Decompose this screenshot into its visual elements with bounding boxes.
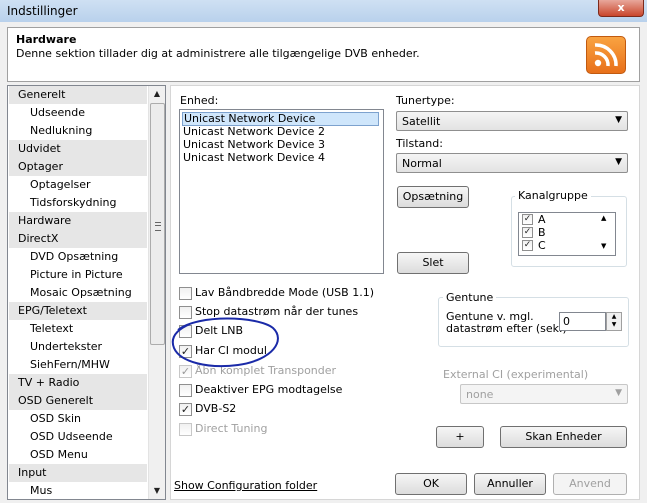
sidebar-item[interactable]: Picture in Picture [9,266,165,284]
annotation-circle-icon [171,317,279,368]
retune-seconds-value: 0 [563,315,570,328]
device-list-item[interactable]: Unicast Network Device 3 [182,138,380,151]
retune-spinner[interactable]: ▲ ▼ [606,312,622,331]
window-title: Indstillinger [7,4,78,18]
scroll-thumb[interactable] [150,103,165,345]
checkbox[interactable]: ✓ [522,240,533,251]
checkbox[interactable]: ✓ [522,214,533,225]
sidebar-item[interactable]: Mus [9,482,165,499]
sidebar-item[interactable]: OSD Udseende [9,428,165,446]
option-checkbox [179,423,192,436]
show-config-folder-link[interactable]: Show Configuration folder [174,479,317,492]
sidebar-item[interactable]: Udvidet [9,140,147,158]
tuner-type-value: Satellit [402,115,441,128]
sidebar-item[interactable]: OSD Generelt [9,392,147,410]
option-label: Lav Båndbredde Mode (USB 1.1) [195,286,374,299]
sidebar-item[interactable]: SiehFern/MHW [9,356,165,374]
title-bar [0,0,647,22]
channel-group-label: A [538,213,546,226]
external-ci-value: none [466,388,494,401]
retune-group-title: Gentune [443,291,497,304]
channel-group-label: C [538,239,546,252]
sidebar-item[interactable]: Optager [9,158,147,176]
section-header: Hardware Denne sektion tillader dig at a… [7,27,640,82]
ok-button[interactable]: OK [395,473,467,495]
sidebar-item[interactable]: Generelt [9,86,147,104]
close-button[interactable]: x [598,0,644,17]
sidebar-item[interactable]: Nedlukning [9,122,165,140]
channel-group-label: B [538,226,546,239]
retune-label-line2: datastrøm efter (sek.) [446,322,567,335]
section-title: Hardware [16,33,77,46]
state-value: Normal [402,157,442,170]
state-label: Tilstand: [396,137,443,150]
add-button[interactable]: + [436,426,484,448]
sidebar-item[interactable]: Undertekster [9,338,165,356]
channel-group-list[interactable]: ✓ A ✓ B ✓ C ▲ ▼ [518,212,616,256]
sidebar-item[interactable]: Hardware [9,212,147,230]
option-label: DVB-S2 [195,402,237,415]
option-checkbox[interactable]: ✓ [179,403,192,416]
cancel-button[interactable]: Annuller [474,473,546,495]
device-label: Enhed: [180,94,219,107]
checkbox[interactable]: ✓ [522,227,533,238]
channel-group-title: Kanalgruppe [515,189,591,202]
sidebar-item[interactable]: Teletext [9,320,165,338]
state-select[interactable]: Normal ▼ [396,153,628,173]
sidebar-item[interactable]: DVD Opsætning [9,248,165,266]
rss-icon [586,36,626,74]
sidebar-item[interactable]: Mosaic Opsætning [9,284,165,302]
option-label: Direct Tuning [195,422,268,435]
option-label: Deaktiver EPG modtagelse [195,383,343,396]
sidebar-item[interactable]: Optagelser [9,176,165,194]
option-checkbox[interactable] [179,287,192,300]
settings-navigation: Generelt Udseende Nedlukning Udvidet Optager… [7,85,166,500]
device-list[interactable]: Unicast Network Device Unicast Network De… [179,109,384,274]
scroll-down-icon[interactable]: ▼ [601,242,606,250]
delete-button[interactable]: Slet [397,252,469,274]
external-ci-label: External CI (experimental) [443,368,589,381]
chevron-down-icon: ▼ [615,157,622,167]
spin-down-icon[interactable]: ▼ [607,321,621,329]
device-list-item[interactable]: Unicast Network Device 2 [182,125,380,138]
retune-seconds-input[interactable]: 0 [559,312,606,331]
sidebar-item[interactable]: EPG/Teletext [9,302,147,320]
sidebar-scrollbar[interactable]: ▲ ▼ [148,86,165,499]
setup-button[interactable]: Opsætning [397,186,469,208]
option-checkbox[interactable] [179,384,192,397]
tuner-type-label: Tunertype: [396,94,455,107]
sidebar-item[interactable]: Tidsforskydning [9,194,165,212]
sidebar-item[interactable]: OSD Skin [9,410,165,428]
sidebar-item[interactable]: DirectX [9,230,147,248]
device-list-item[interactable]: Unicast Network Device [182,112,379,126]
sidebar-item[interactable]: Udseende [9,104,165,122]
scan-devices-button[interactable]: Skan Enheder [500,426,627,448]
chevron-down-icon: ▼ [615,115,622,125]
chevron-down-icon: ▼ [615,388,622,398]
section-description: Denne sektion tillader dig at administre… [16,47,420,60]
tuner-type-select[interactable]: Satellit ▼ [396,111,628,131]
sidebar-item[interactable]: TV + Radio [9,374,147,392]
spin-up-icon[interactable]: ▲ [607,313,621,321]
device-list-item[interactable]: Unicast Network Device 4 [182,151,380,164]
apply-button: Anvend [553,473,627,495]
scroll-down-icon[interactable]: ▼ [149,483,165,499]
external-ci-select: none ▼ [460,384,628,404]
sidebar-item[interactable]: OSD Menu [9,446,165,464]
scroll-up-icon[interactable]: ▲ [601,214,606,222]
scroll-up-icon[interactable]: ▲ [149,86,165,102]
sidebar-item[interactable]: Input [9,464,147,482]
